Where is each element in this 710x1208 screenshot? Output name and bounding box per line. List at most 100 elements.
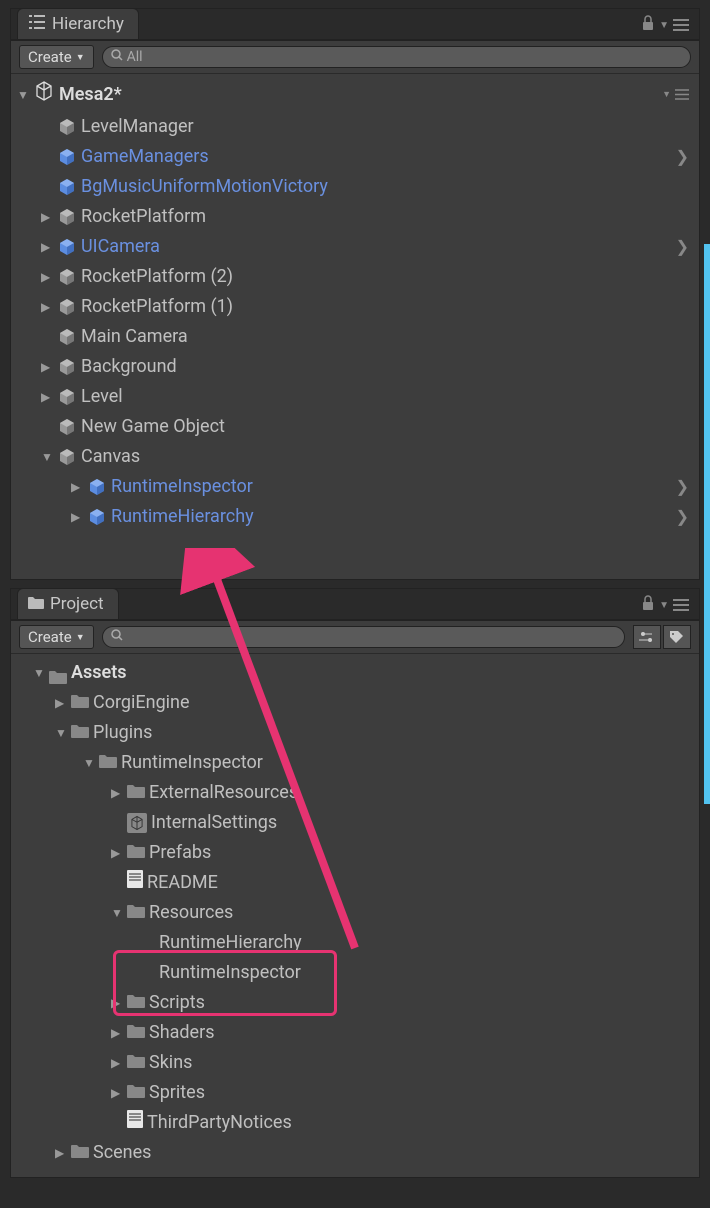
filter-by-label-button[interactable] <box>663 625 691 649</box>
fold-toggle[interactable]: ▶ <box>71 504 83 530</box>
hierarchy-item[interactable]: ▶ RocketPlatform <box>13 202 697 232</box>
item-label: RuntimeHierarchy <box>111 504 254 530</box>
item-label: Skins <box>149 1050 192 1076</box>
filter-by-type-button[interactable] <box>633 625 661 649</box>
item-label: Plugins <box>93 720 152 746</box>
gameobject-icon <box>57 207 77 227</box>
lock-icon[interactable] <box>641 595 655 615</box>
gameobject-icon <box>57 267 77 287</box>
gameobject-icon <box>57 327 77 347</box>
fold-toggle[interactable]: ▶ <box>41 354 53 380</box>
right-edge-highlight <box>704 244 710 804</box>
fold-toggle[interactable]: ▼ <box>83 750 95 776</box>
hierarchy-item[interactable]: ▼ Canvas <box>13 442 697 472</box>
folder-icon <box>71 1140 89 1166</box>
project-search-input[interactable] <box>102 626 625 648</box>
project-item[interactable]: ▶ Sprites <box>13 1078 697 1108</box>
project-item[interactable]: README <box>13 868 697 898</box>
item-label: New Game Object <box>81 414 225 440</box>
hierarchy-item[interactable]: ▶ RocketPlatform (2) <box>13 262 697 292</box>
project-item[interactable]: ▶ Shaders <box>13 1018 697 1048</box>
gameobject-icon <box>87 477 107 497</box>
project-item[interactable]: ThirdPartyNotices <box>13 1108 697 1138</box>
fold-toggle[interactable]: ▶ <box>41 384 53 410</box>
hierarchy-tab[interactable]: Hierarchy <box>17 8 139 39</box>
fold-toggle[interactable]: ▶ <box>111 840 123 866</box>
scene-header[interactable]: ▼ Mesa2* ▼ <box>13 78 697 112</box>
fold-toggle[interactable]: ▶ <box>111 1050 123 1076</box>
dropdown-arrow-icon[interactable]: ▼ <box>659 600 669 611</box>
folder-icon <box>71 720 89 746</box>
chevron-right-icon[interactable]: ❯ <box>676 144 689 170</box>
item-label: Level <box>81 384 123 410</box>
fold-toggle[interactable]: ▶ <box>111 1020 123 1046</box>
chevron-right-icon[interactable]: ❯ <box>676 474 689 500</box>
fold-toggle[interactable]: ▼ <box>17 82 29 108</box>
project-tab[interactable]: Project <box>17 588 119 619</box>
chevron-right-icon[interactable]: ❯ <box>676 234 689 260</box>
fold-toggle[interactable]: ▶ <box>111 780 123 806</box>
hierarchy-item[interactable]: LevelManager <box>13 112 697 142</box>
hierarchy-search-input[interactable]: All <box>102 46 691 68</box>
fold-toggle[interactable]: ▶ <box>41 204 53 230</box>
fold-toggle[interactable]: ▼ <box>33 660 45 686</box>
project-item[interactable]: ▼ Plugins <box>13 718 697 748</box>
fold-toggle[interactable]: ▶ <box>111 990 123 1016</box>
fold-toggle[interactable]: ▶ <box>71 474 83 500</box>
item-label: Sprites <box>149 1080 205 1106</box>
project-toolbar: Create ▼ <box>11 621 699 654</box>
project-item[interactable]: RuntimeHierarchy <box>13 928 697 958</box>
hierarchy-item[interactable]: BgMusicUniformMotionVictory <box>13 172 697 202</box>
panel-menu-icon[interactable] <box>673 16 689 35</box>
dropdown-arrow-icon[interactable]: ▼ <box>662 82 671 108</box>
fold-toggle[interactable]: ▶ <box>41 294 53 320</box>
create-button[interactable]: Create ▼ <box>19 45 94 69</box>
gameobject-icon <box>57 147 77 167</box>
gameobject-icon <box>87 507 107 527</box>
hierarchy-item[interactable]: ▶ Background <box>13 352 697 382</box>
hierarchy-item[interactable]: ▶ RuntimeInspector ❯ <box>13 472 697 502</box>
fold-toggle[interactable]: ▶ <box>41 234 53 260</box>
fold-toggle[interactable]: ▶ <box>55 1140 67 1166</box>
assets-root[interactable]: ▼ Assets <box>13 658 697 688</box>
dropdown-arrow-icon[interactable]: ▼ <box>659 20 669 31</box>
fold-toggle[interactable]: ▶ <box>55 690 67 716</box>
project-item[interactable]: ▶ Prefabs <box>13 838 697 868</box>
folder-icon <box>127 840 145 866</box>
hierarchy-item[interactable]: ▶ UICamera ❯ <box>13 232 697 262</box>
hierarchy-item[interactable]: ▶ RocketPlatform (1) <box>13 292 697 322</box>
project-tab-label: Project <box>50 594 104 614</box>
project-item[interactable]: ▶ Scenes <box>13 1138 697 1168</box>
folder-icon <box>127 780 145 806</box>
panel-menu-icon[interactable] <box>673 596 689 615</box>
lock-icon[interactable] <box>641 15 655 35</box>
hierarchy-item[interactable]: ▶ RuntimeHierarchy ❯ <box>13 502 697 532</box>
item-label: BgMusicUniformMotionVictory <box>81 174 328 200</box>
fold-toggle[interactable]: ▼ <box>55 720 67 746</box>
create-label: Create <box>28 48 72 66</box>
chevron-right-icon[interactable]: ❯ <box>676 504 689 530</box>
gameobject-icon <box>57 357 77 377</box>
fold-toggle[interactable]: ▼ <box>111 900 123 926</box>
hierarchy-item[interactable]: ▶ Level <box>13 382 697 412</box>
scene-name: Mesa2* <box>59 82 122 108</box>
fold-toggle[interactable]: ▶ <box>41 264 53 290</box>
project-item[interactable]: ▼ RuntimeInspector <box>13 748 697 778</box>
project-item[interactable]: ▶ ExternalResources <box>13 778 697 808</box>
project-item[interactable]: ▼ Resources <box>13 898 697 928</box>
hierarchy-item[interactable]: GameManagers ❯ <box>13 142 697 172</box>
item-label: RuntimeInspector <box>111 474 253 500</box>
gameobject-icon <box>57 117 77 137</box>
create-button[interactable]: Create ▼ <box>19 625 94 649</box>
fold-toggle[interactable]: ▶ <box>111 1080 123 1106</box>
project-item[interactable]: ▶ Skins <box>13 1048 697 1078</box>
dropdown-arrow-icon: ▼ <box>76 632 85 643</box>
menu-icon[interactable] <box>675 82 689 108</box>
project-item[interactable]: InternalSettings <box>13 808 697 838</box>
project-item[interactable]: ▶ Scripts <box>13 988 697 1018</box>
hierarchy-item[interactable]: Main Camera <box>13 322 697 352</box>
project-item[interactable]: ▶ CorgiEngine <box>13 688 697 718</box>
project-item[interactable]: RuntimeInspector <box>13 958 697 988</box>
fold-toggle[interactable]: ▼ <box>41 444 53 470</box>
hierarchy-item[interactable]: New Game Object <box>13 412 697 442</box>
